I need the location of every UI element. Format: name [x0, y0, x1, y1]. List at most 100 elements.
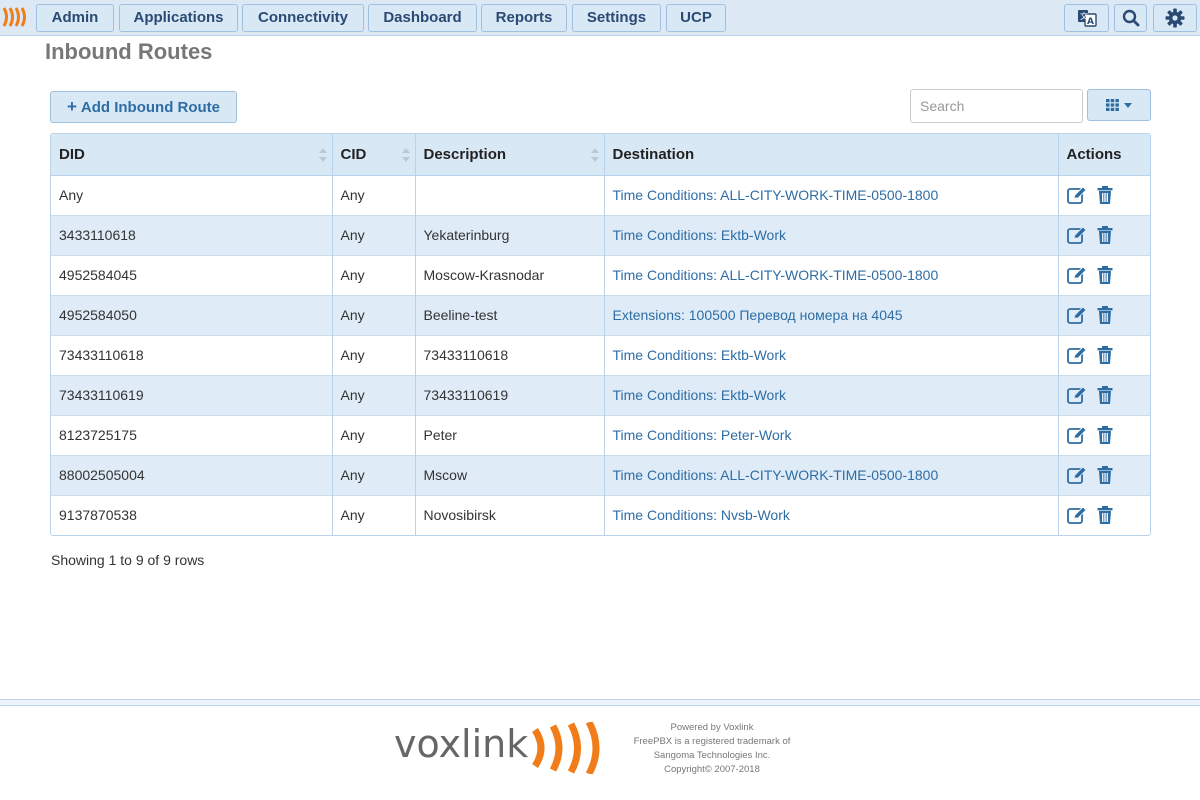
footer-brand-logo[interactable]: voxlink: [394, 722, 528, 766]
language-button[interactable]: 文 A: [1064, 4, 1109, 32]
svg-text:A: A: [1087, 17, 1094, 27]
sort-icon: [401, 148, 410, 162]
cell-did: 88002505004: [51, 454, 333, 495]
sort-icon: [590, 148, 599, 162]
edit-icon[interactable]: [1066, 185, 1087, 205]
search-input[interactable]: [910, 89, 1083, 123]
language-icon: 文 A: [1077, 10, 1097, 27]
trash-icon[interactable]: [1095, 425, 1115, 445]
table-row: 73433110618 Any 73433110618 Time Conditi…: [51, 334, 1150, 375]
trash-icon[interactable]: [1095, 465, 1115, 485]
top-navbar: Admin Applications Connectivity Dashboar…: [0, 0, 1200, 36]
edit-icon[interactable]: [1066, 505, 1087, 525]
nav-dashboard[interactable]: Dashboard: [368, 4, 477, 32]
nav-admin[interactable]: Admin: [36, 4, 114, 32]
pagination-summary: Showing 1 to 9 of 9 rows: [51, 552, 205, 568]
cell-did: 73433110618: [51, 334, 333, 375]
column-header-label: DID: [59, 145, 85, 163]
cell-did: 3433110618: [51, 214, 333, 255]
column-header-cid[interactable]: CID: [332, 134, 416, 176]
cell-description: Yekaterinburg: [415, 214, 605, 255]
destination-link[interactable]: Time Conditions: ALL-CITY-WORK-TIME-0500…: [613, 187, 939, 203]
edit-icon[interactable]: [1066, 225, 1087, 245]
trash-icon[interactable]: [1095, 505, 1115, 525]
destination-link[interactable]: Time Conditions: Ektb-Work: [613, 387, 787, 403]
caret-down-icon: [1124, 102, 1132, 108]
cell-did: Any: [51, 174, 333, 215]
destination-link[interactable]: Extensions: 100500 Перевод номера на 404…: [613, 307, 903, 323]
edit-icon[interactable]: [1066, 425, 1087, 445]
destination-link[interactable]: Time Conditions: Ektb-Work: [613, 347, 787, 363]
search-icon: [1122, 9, 1139, 27]
footer-line: FreePBX is a registered trademark of: [633, 736, 791, 747]
search-button[interactable]: [1114, 4, 1147, 32]
cell-cid: Any: [332, 414, 416, 455]
table-row: 4952584050 Any Beeline-test Extensions: …: [51, 294, 1150, 335]
trash-icon[interactable]: [1095, 385, 1115, 405]
cell-cid: Any: [332, 214, 416, 255]
nav-connectivity[interactable]: Connectivity: [242, 4, 364, 32]
column-header-destination: Destination: [604, 134, 1059, 176]
destination-link[interactable]: Time Conditions: ALL-CITY-WORK-TIME-0500…: [613, 267, 939, 283]
columns-toggle-button[interactable]: [1087, 89, 1151, 121]
cell-description: Moscow-Krasnodar: [415, 254, 605, 295]
nav-applications[interactable]: Applications: [119, 4, 238, 32]
nav-ucp[interactable]: UCP: [666, 4, 726, 32]
table-row: Any Any Time Conditions: ALL-CITY-WORK-T…: [51, 174, 1150, 215]
table-row: 8123725175 Any Peter Time Conditions: Pe…: [51, 414, 1150, 455]
cell-cid: Any: [332, 294, 416, 335]
table-row: 9137870538 Any Novosibirsk Time Conditio…: [51, 494, 1150, 535]
table-row: 3433110618 Any Yekaterinburg Time Condit…: [51, 214, 1150, 255]
footer-credits: Powered by Voxlink FreePBX is a register…: [612, 721, 812, 777]
table-row: 4952584045 Any Moscow-Krasnodar Time Con…: [51, 254, 1150, 295]
destination-link[interactable]: Time Conditions: Nvsb-Work: [613, 507, 790, 523]
cell-description: Novosibirsk: [415, 494, 605, 535]
trash-icon[interactable]: [1095, 265, 1115, 285]
gear-icon: [1165, 8, 1185, 28]
edit-icon[interactable]: [1066, 465, 1087, 485]
cell-cid: Any: [332, 174, 416, 215]
column-header-actions: Actions: [1058, 134, 1150, 176]
cell-description: Mscow: [415, 454, 605, 495]
plus-icon: +: [66, 97, 77, 116]
cell-did: 73433110619: [51, 374, 333, 415]
destination-link[interactable]: Time Conditions: Peter-Work: [613, 427, 792, 443]
cell-did: 9137870538: [51, 494, 333, 535]
cell-did: 4952584045: [51, 254, 333, 295]
grid-icon: [1106, 99, 1119, 111]
cell-description: 73433110619: [415, 374, 605, 415]
cell-did: 8123725175: [51, 414, 333, 455]
column-header-did[interactable]: DID: [51, 134, 333, 176]
column-header-description[interactable]: Description: [415, 134, 605, 176]
cell-description: Peter: [415, 414, 605, 455]
trash-icon[interactable]: [1095, 305, 1115, 325]
cell-cid: Any: [332, 454, 416, 495]
footer-divider: [0, 699, 1200, 706]
trash-icon[interactable]: [1095, 225, 1115, 245]
edit-icon[interactable]: [1066, 265, 1087, 285]
table-row: 73433110619 Any 73433110619 Time Conditi…: [51, 374, 1150, 415]
settings-button[interactable]: [1153, 4, 1197, 32]
inbound-routes-table: DID CID Description Destination Actions …: [50, 133, 1151, 536]
destination-link[interactable]: Time Conditions: Ektb-Work: [613, 227, 787, 243]
nav-settings[interactable]: Settings: [572, 4, 661, 32]
table-header-row: DID CID Description Destination Actions: [51, 134, 1150, 176]
column-header-label: CID: [340, 145, 367, 163]
cell-cid: Any: [332, 254, 416, 295]
destination-link[interactable]: Time Conditions: ALL-CITY-WORK-TIME-0500…: [613, 467, 939, 483]
voxlink-waves-icon: [531, 722, 600, 774]
freepbx-logo-icon[interactable]: [2, 6, 32, 28]
edit-icon[interactable]: [1066, 385, 1087, 405]
nav-reports[interactable]: Reports: [481, 4, 567, 32]
sort-icon: [318, 148, 327, 162]
footer-line: Sangoma Technologies Inc.: [653, 750, 771, 761]
edit-icon[interactable]: [1066, 345, 1087, 365]
cell-cid: Any: [332, 334, 416, 375]
trash-icon[interactable]: [1095, 185, 1115, 205]
add-inbound-route-button[interactable]: + Add Inbound Route: [50, 91, 237, 123]
edit-icon[interactable]: [1066, 305, 1087, 325]
trash-icon[interactable]: [1095, 345, 1115, 365]
cell-description: [415, 174, 605, 215]
cell-cid: Any: [332, 494, 416, 535]
cell-did: 4952584050: [51, 294, 333, 335]
